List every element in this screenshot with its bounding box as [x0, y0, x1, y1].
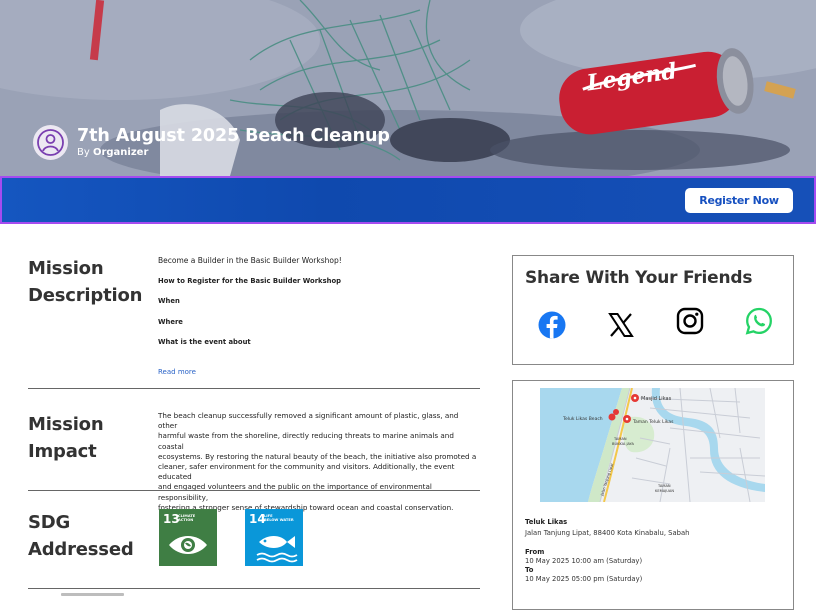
user-icon: [37, 129, 64, 156]
sdg-heading: SDG Addressed: [28, 509, 134, 563]
mission-impact-heading: Mission Impact: [28, 411, 104, 465]
map-graphic: Masjid Likas Teluk Likas Beach Taman Tel…: [540, 388, 765, 502]
whatsapp-icon: [745, 307, 772, 335]
x-share-button[interactable]: [606, 310, 636, 340]
location-address: Jalan Tanjung Lipat, 88400 Kota Kinabalu…: [525, 529, 690, 537]
section-divider: [28, 490, 480, 491]
map-label: TAMAN: [657, 484, 671, 488]
sdg-label: CLIMATE ACTION: [178, 514, 214, 523]
impact-line: harmful waste from the shoreline, direct…: [158, 431, 454, 451]
mission-description-heading: Mission Description: [28, 255, 142, 309]
location-card: Masjid Likas Teluk Likas Beach Taman Tel…: [512, 380, 794, 610]
description-when: When: [158, 297, 180, 306]
sdg-label-line: BELOW WATER: [264, 518, 294, 523]
to-value: 10 May 2025 05:00 pm (Saturday): [525, 575, 643, 583]
instagram-icon: [676, 307, 704, 335]
section-divider: [28, 388, 480, 389]
facebook-share-button[interactable]: [537, 310, 567, 340]
organizer-byline: By Organizer: [77, 147, 148, 158]
heading-line: SDG: [28, 512, 71, 533]
impact-line: and engaged volunteers and the public on…: [158, 482, 432, 502]
description-intro: Become a Builder in the Basic Builder Wo…: [158, 256, 342, 265]
location-map[interactable]: Masjid Likas Teluk Likas Beach Taman Tel…: [540, 388, 765, 502]
location-details: Teluk Likas Jalan Tanjung Lipat, 88400 K…: [525, 518, 785, 583]
facebook-icon: [538, 311, 566, 339]
map-label: TAMAN: [613, 437, 627, 441]
location-name: Teluk Likas: [525, 518, 568, 526]
read-more-link[interactable]: Read more: [158, 368, 196, 376]
map-label: Masjid Likas: [641, 396, 672, 402]
whatsapp-share-button[interactable]: [744, 306, 774, 336]
sdg-label-line: LIFE: [264, 514, 273, 518]
event-title: 7th August 2025 Beach Cleanup: [77, 126, 390, 146]
description-what: What is the event about: [158, 338, 251, 347]
sdg-label-line: CLIMATE: [178, 514, 196, 518]
description-where: Where: [158, 317, 183, 326]
register-now-button[interactable]: Register Now: [685, 188, 793, 213]
to-label: To: [525, 566, 534, 574]
share-title: Share With Your Friends: [525, 268, 753, 288]
mission-impact-body: The beach cleanup successfully removed a…: [158, 411, 478, 513]
map-label: KEMAJUAN: [655, 489, 674, 493]
map-label: BUKKIA JAYA: [612, 442, 635, 446]
sdg-13-climate-action-tile: 13 CLIMATE ACTION: [159, 509, 217, 566]
register-bar: Register Now: [0, 176, 816, 224]
sdg-14-life-below-water-tile: 14 LIFE BELOW WATER: [245, 509, 303, 566]
heading-line: Impact: [28, 441, 97, 462]
share-card: Share With Your Friends: [512, 255, 794, 365]
map-label: Teluk Likas Beach: [562, 416, 603, 422]
heading-line: Mission: [28, 414, 104, 435]
mission-description-body: Become a Builder in the Basic Builder Wo…: [158, 256, 458, 378]
x-icon: [608, 313, 634, 337]
from-value: 10 May 2025 10:00 am (Saturday): [525, 557, 643, 565]
organizer-avatar[interactable]: [33, 125, 68, 160]
sdg-label-line: ACTION: [178, 518, 194, 523]
section-divider: [28, 588, 480, 589]
event-hero-banner: Legend 7th August 2025 Beach Cleanup By …: [0, 0, 816, 176]
heading-line: Description: [28, 285, 143, 306]
impact-line: cleaner, safer environment for the commu…: [158, 462, 455, 482]
heading-line: Mission: [28, 258, 104, 279]
from-label: From: [525, 548, 545, 556]
organizer-name[interactable]: Organizer: [93, 147, 148, 158]
map-label: Taman Teluk Likas: [632, 419, 674, 425]
sdg-label: LIFE BELOW WATER: [264, 514, 300, 523]
by-prefix: By: [77, 147, 90, 158]
impact-line: The beach cleanup successfully removed a…: [158, 411, 459, 431]
heading-line: Addressed: [28, 539, 134, 560]
instagram-share-button[interactable]: [675, 306, 705, 336]
description-how-to: How to Register for the Basic Builder Wo…: [158, 276, 341, 285]
impact-line: ecosystems. By restoring the natural bea…: [158, 451, 477, 461]
